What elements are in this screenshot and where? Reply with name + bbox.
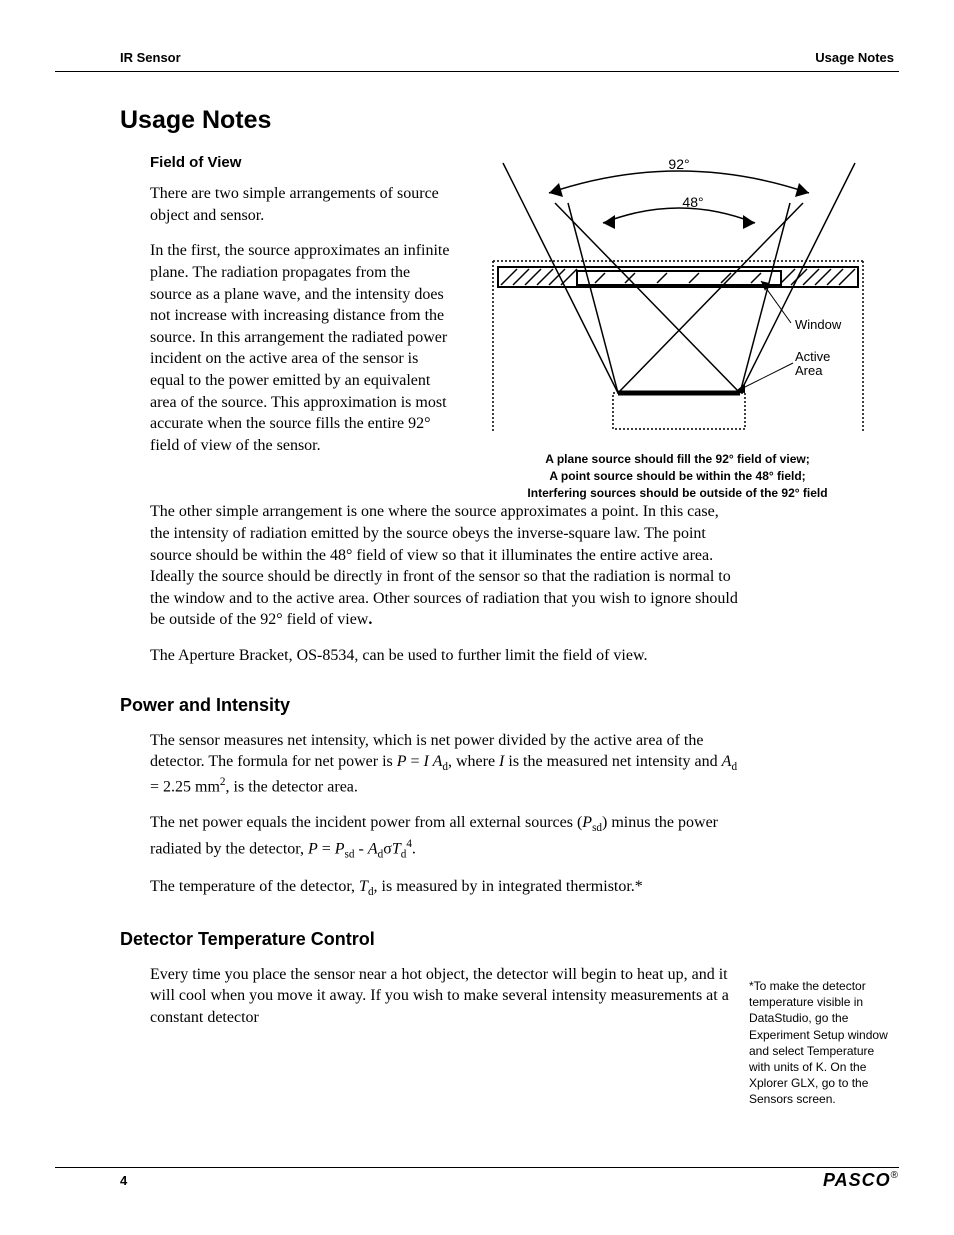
logo-text: PASCO	[823, 1170, 891, 1190]
logo-reg: ®	[891, 1170, 899, 1181]
diagram-label-48: 48°	[682, 194, 703, 210]
header-right: Usage Notes	[815, 50, 894, 65]
diagram-label-active-1: Active	[795, 349, 830, 364]
detector-para-1: Every time you place the sensor near a h…	[150, 964, 739, 1029]
detector-heading: Detector Temperature Control	[55, 929, 899, 950]
diagram-label-window: Window	[795, 317, 842, 332]
sidenote: *To make the detector temperature visibl…	[749, 978, 894, 1108]
fov-continued: The other simple arrangement is one wher…	[150, 501, 739, 666]
power-para-3: The temperature of the detector, Td, is …	[150, 876, 739, 900]
fov-para-4: The Aperture Bracket, OS-8534, can be us…	[150, 645, 739, 667]
fov-para-3: The other simple arrangement is one wher…	[150, 501, 739, 631]
page-header: IR Sensor Usage Notes	[55, 50, 899, 72]
logo: PASCO®	[823, 1170, 899, 1191]
page-footer: 4 PASCO®	[55, 1167, 899, 1191]
figure-caption-line-3: Interfering sources should be outside of…	[468, 485, 887, 502]
field-of-view-diagram: 92° 48° Window Active Area	[473, 153, 883, 443]
page: IR Sensor Usage Notes Usage Notes Field …	[0, 0, 954, 1235]
diagram-label-92: 92°	[668, 156, 689, 172]
fov-para-1: There are two simple arrangements of sou…	[150, 183, 450, 226]
fov-para-2: In the first, the source approximates an…	[150, 240, 450, 456]
page-title: Usage Notes	[55, 106, 899, 135]
power-para-2: The net power equals the incident power …	[150, 812, 739, 862]
detector-body: Every time you place the sensor near a h…	[150, 964, 739, 1029]
power-heading: Power and Intensity	[55, 695, 899, 716]
header-left: IR Sensor	[120, 50, 181, 65]
figure-caption-line-2: A point source should be within the 48° …	[468, 468, 887, 485]
fov-figure-column: 92° 48° Window Active Area A plane sourc…	[468, 153, 887, 501]
figure-caption: A plane source should fill the 92° field…	[468, 451, 887, 501]
figure-caption-line-1: A plane source should fill the 92° field…	[468, 451, 887, 468]
field-of-view-row: Field of View There are two simple arran…	[150, 153, 887, 501]
power-body: The sensor measures net intensity, which…	[150, 730, 739, 901]
power-para-1: The sensor measures net intensity, which…	[150, 730, 739, 799]
fov-heading: Field of View	[150, 153, 450, 173]
fov-text-column: Field of View There are two simple arran…	[150, 153, 468, 470]
page-number: 4	[120, 1173, 127, 1188]
diagram-label-active-2: Area	[795, 363, 823, 378]
